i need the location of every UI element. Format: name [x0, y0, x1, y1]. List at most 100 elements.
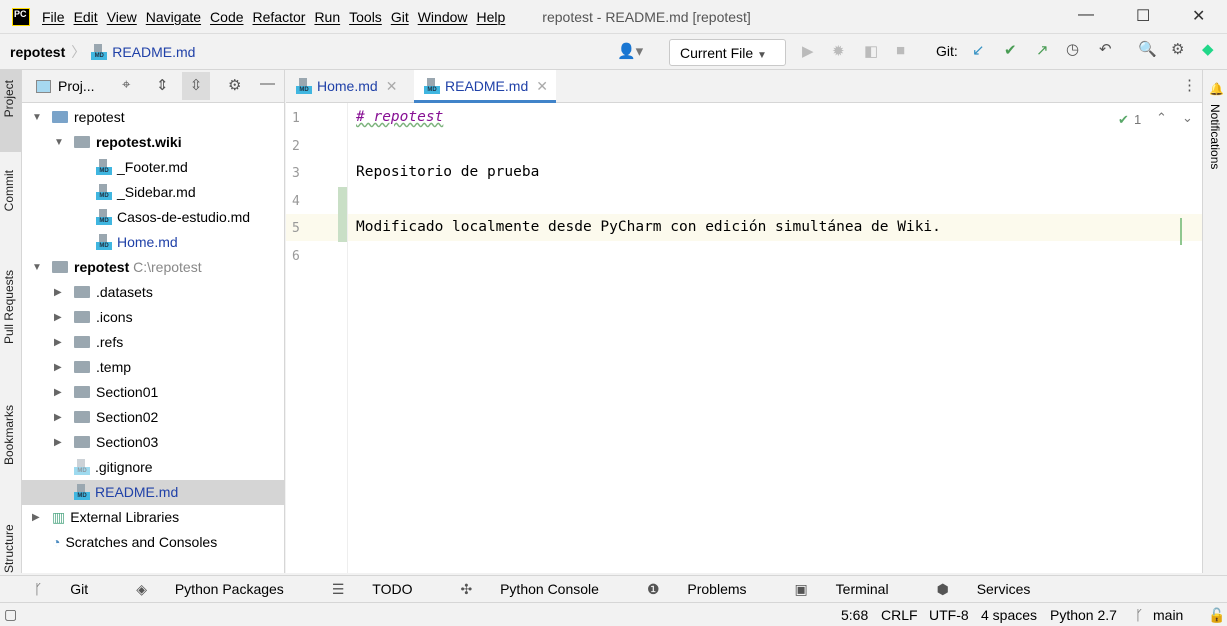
menu-file[interactable]: File [42, 9, 65, 25]
toggle-tool-windows-icon[interactable]: ▢ [4, 606, 17, 623]
maximize-button[interactable]: ☐ [1136, 6, 1150, 26]
tool-python-packages[interactable]: ◈ Python Packages [136, 581, 308, 598]
run-icon[interactable]: ▶ [802, 42, 814, 60]
collapse-all-icon[interactable]: ⇳ [182, 72, 210, 100]
caret-position[interactable]: 5:68 [841, 607, 868, 623]
tool-python-console[interactable]: ✣ Python Console [460, 581, 622, 598]
next-highlight-icon[interactable]: ⌄ [1182, 110, 1193, 126]
close-button[interactable]: ✕ [1192, 6, 1205, 26]
tree-item[interactable]: ▶ .datasets [22, 280, 285, 305]
tool-terminal[interactable]: ▣ Terminal [795, 581, 913, 598]
tree-item[interactable]: ▼ repotest C:\repotest [22, 255, 285, 280]
tree-item[interactable]: ▶ .icons [22, 305, 285, 330]
inspection-count[interactable]: 1 [1134, 112, 1141, 127]
run-config-select[interactable]: Current File ▼ [669, 39, 786, 66]
tool-git[interactable]: ᚴ Git [34, 581, 112, 597]
tool-tab-project[interactable]: Project [2, 80, 16, 117]
tool-problems[interactable]: ❶ Problems [647, 581, 771, 598]
menu-window[interactable]: Window [418, 9, 468, 25]
menu-tools[interactable]: Tools [349, 9, 382, 25]
tree-item[interactable]: _Sidebar.md [22, 180, 285, 205]
chevron-right-icon[interactable]: ▶ [32, 505, 40, 530]
git-commit-icon[interactable]: ✔ [1004, 41, 1017, 59]
minimize-button[interactable]: — [1078, 6, 1094, 24]
tree-item[interactable]: README.md [22, 480, 285, 505]
tree-item[interactable]: ▼ repotest [22, 105, 285, 130]
tree-item[interactable]: .gitignore [22, 455, 285, 480]
user-icon[interactable]: 👤▾ [617, 42, 643, 60]
menu-edit[interactable]: Edit [74, 9, 98, 25]
tool-tab-structure[interactable]: Structure [2, 520, 16, 573]
tool-tab-commit[interactable]: Commit [2, 170, 16, 211]
tree-item-label: Section03 [96, 434, 159, 450]
menu-run[interactable]: Run [314, 9, 340, 25]
tool-tab-pull-requests[interactable]: Pull Requests [2, 270, 16, 344]
git-branch[interactable]: main [1153, 607, 1183, 623]
chevron-down-icon[interactable]: ▼ [32, 255, 42, 280]
line-separator[interactable]: CRLF [881, 607, 918, 623]
chevron-down-icon[interactable]: ▼ [54, 130, 64, 155]
code-with-me-icon[interactable]: ◆ [1202, 40, 1214, 58]
tree-item[interactable]: _Footer.md [22, 155, 285, 180]
git-update-icon[interactable]: ↙ [972, 41, 985, 59]
tree-item[interactable]: ▶ .refs [22, 330, 285, 355]
file-encoding[interactable]: UTF-8 [929, 607, 969, 623]
inspection-ok-icon[interactable]: ✔ [1118, 112, 1129, 128]
breadcrumb-file[interactable]: README.md [112, 44, 195, 60]
python-interpreter[interactable]: Python 2.7 [1050, 607, 1117, 623]
code-line-1[interactable]: # repotest [356, 109, 443, 125]
chevron-down-icon[interactable]: ▼ [32, 105, 42, 130]
locate-icon[interactable]: ⌖ [122, 76, 130, 93]
close-tab-icon[interactable]: ✕ [386, 78, 398, 94]
chevron-right-icon[interactable]: ▶ [54, 330, 62, 355]
tab-readme-md[interactable]: README.md ✕ [414, 70, 556, 103]
breadcrumb-project[interactable]: repotest [10, 44, 65, 60]
debug-icon[interactable]: ✹ [832, 42, 845, 60]
chevron-right-icon[interactable]: ▶ [54, 380, 62, 405]
lock-icon[interactable]: 🔓 [1208, 607, 1225, 624]
chevron-right-icon[interactable]: ▶ [54, 430, 62, 455]
rollback-icon[interactable]: ↶ [1099, 40, 1112, 58]
tree-item[interactable]: ▼ repotest.wiki [22, 130, 285, 155]
tool-todo[interactable]: ☰ TODO [332, 581, 437, 598]
menu-help[interactable]: Help [477, 9, 506, 25]
line-number: 1 [292, 111, 300, 126]
menu-git[interactable]: Git [391, 9, 409, 25]
project-panel-title[interactable]: Proj... [58, 78, 95, 94]
menu-navigate[interactable]: Navigate [146, 9, 201, 25]
settings-icon[interactable]: ⚙ [1171, 40, 1184, 58]
tree-item[interactable]: ▶ Section03 [22, 430, 285, 455]
tool-services[interactable]: ⬢ Services [937, 581, 1055, 598]
menu-code[interactable]: Code [210, 9, 243, 25]
menu-view[interactable]: View [107, 9, 137, 25]
tool-tab-bookmarks[interactable]: Bookmarks [2, 405, 16, 465]
previous-highlight-icon[interactable]: ⌃ [1156, 110, 1167, 126]
stop-icon[interactable]: ■ [896, 42, 905, 59]
tree-item[interactable]: ◔ Scratches and Consoles [22, 530, 285, 555]
tree-item[interactable]: ▶ .temp [22, 355, 285, 380]
chevron-right-icon[interactable]: ▶ [54, 305, 62, 330]
tree-item[interactable]: ▶ Section01 [22, 380, 285, 405]
options-icon[interactable]: ⚙ [228, 76, 241, 94]
search-icon[interactable]: 🔍 [1138, 40, 1157, 58]
tree-item[interactable]: Casos-de-estudio.md [22, 205, 285, 230]
indent-setting[interactable]: 4 spaces [981, 607, 1037, 623]
tab-home-md[interactable]: Home.md ✕ [286, 70, 412, 103]
git-push-icon[interactable]: ↗ [1036, 41, 1049, 59]
tool-tab-notifications[interactable]: Notifications [1208, 104, 1222, 169]
tree-item[interactable]: ▶ ▥ External Libraries [22, 505, 285, 530]
code-line-5[interactable]: Modificado localmente desde PyCharm con … [356, 219, 941, 235]
menu-refactor[interactable]: Refactor [253, 9, 306, 25]
hide-panel-icon[interactable]: — [260, 75, 275, 92]
chevron-right-icon[interactable]: ▶ [54, 280, 62, 305]
close-tab-icon[interactable]: ✕ [536, 78, 548, 94]
more-tabs-icon[interactable]: ⋮ [1182, 76, 1197, 94]
code-line-3[interactable]: Repositorio de prueba [356, 164, 539, 180]
expand-all-icon[interactable]: ⇕ [156, 76, 169, 94]
chevron-right-icon[interactable]: ▶ [54, 355, 62, 380]
coverage-icon[interactable]: ◧ [864, 42, 878, 60]
tree-item[interactable]: ▶ Section02 [22, 405, 285, 430]
chevron-right-icon[interactable]: ▶ [54, 405, 62, 430]
history-icon[interactable]: ◷ [1066, 40, 1079, 58]
tree-item[interactable]: Home.md [22, 230, 285, 255]
